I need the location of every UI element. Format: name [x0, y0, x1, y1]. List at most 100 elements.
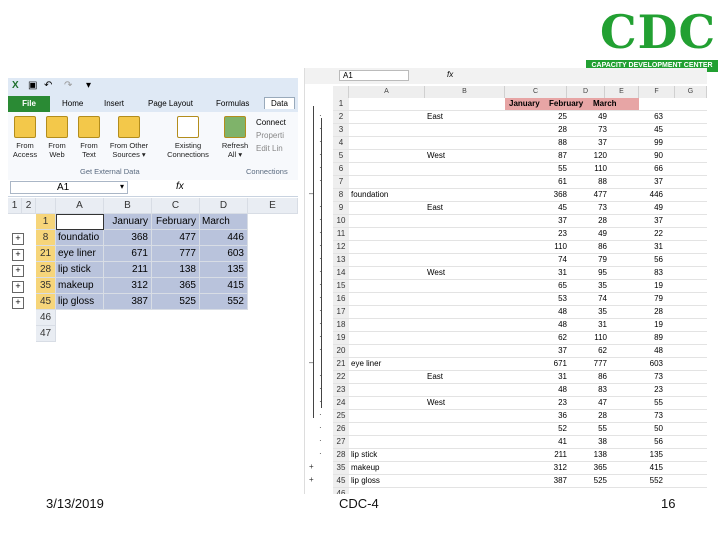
february-cell[interactable]: 477	[152, 230, 200, 246]
expand-group-button[interactable]: +	[309, 462, 314, 471]
row-number[interactable]: 14	[333, 267, 349, 279]
row-number[interactable]: 21	[36, 246, 56, 262]
march-cell[interactable]: 73	[629, 371, 663, 383]
march-cell[interactable]: 552	[200, 294, 248, 310]
tab-formulas[interactable]: Formulas	[216, 99, 249, 108]
row-number[interactable]: 4	[333, 137, 349, 149]
zone-cell[interactable]: East	[427, 371, 443, 383]
row-number[interactable]: 8	[333, 189, 349, 201]
march-cell[interactable]: 22	[629, 228, 663, 240]
tab-file[interactable]: File	[8, 96, 50, 112]
february-cell[interactable]: 525	[152, 294, 200, 310]
march-cell[interactable]: 48	[629, 345, 663, 357]
row-number[interactable]: 10	[333, 215, 349, 227]
january-cell[interactable]: 31	[533, 371, 567, 383]
header-cell[interactable]: January	[104, 214, 152, 230]
row-number[interactable]: 5	[333, 150, 349, 162]
january-cell[interactable]: 62	[533, 332, 567, 344]
march-cell[interactable]: 446	[200, 230, 248, 246]
january-cell[interactable]: 88	[533, 137, 567, 149]
outline-level-2[interactable]: 2	[22, 198, 36, 214]
region-cell[interactable]: eye liner	[351, 358, 381, 370]
selected-cell-a1[interactable]	[56, 214, 104, 230]
expand-group-button[interactable]: +	[12, 297, 24, 309]
region-cell[interactable]: foundation	[351, 189, 388, 201]
header-cell[interactable]: January	[509, 98, 540, 110]
march-cell[interactable]: 135	[629, 449, 663, 461]
connections-item[interactable]: Connect	[256, 116, 286, 129]
february-cell[interactable]: 73	[573, 202, 607, 214]
march-cell[interactable]: 50	[629, 423, 663, 435]
january-cell[interactable]: 312	[533, 462, 567, 474]
march-cell[interactable]: 28	[629, 306, 663, 318]
february-cell[interactable]: 28	[573, 215, 607, 227]
march-cell[interactable]: 135	[200, 262, 248, 278]
march-cell[interactable]: 63	[629, 111, 663, 123]
january-cell[interactable]: 671	[533, 358, 567, 370]
product-name-cell[interactable]: makeup	[56, 278, 104, 294]
february-cell[interactable]: 86	[573, 241, 607, 253]
march-cell[interactable]: 90	[629, 150, 663, 162]
expand-group-button[interactable]: +	[12, 281, 24, 293]
zone-cell[interactable]: East	[427, 202, 443, 214]
row-number[interactable]: 45	[36, 294, 56, 310]
col-header[interactable]: C	[505, 86, 567, 98]
product-name-cell[interactable]: foundatio	[56, 230, 104, 246]
february-cell[interactable]: 477	[573, 189, 607, 201]
march-cell[interactable]: 19	[629, 280, 663, 292]
collapse-group-button[interactable]: –	[309, 189, 313, 198]
february-cell[interactable]: 37	[573, 137, 607, 149]
select-all-corner[interactable]	[36, 198, 56, 214]
refresh-all-button[interactable]: Refresh All ▾	[220, 116, 250, 159]
tab-data[interactable]: Data	[264, 97, 295, 109]
january-cell[interactable]: 87	[533, 150, 567, 162]
col-header[interactable]: B	[425, 86, 505, 98]
february-cell[interactable]: 95	[573, 267, 607, 279]
march-cell[interactable]: 23	[629, 384, 663, 396]
january-cell[interactable]: 211	[104, 262, 152, 278]
row-number[interactable]: 6	[333, 163, 349, 175]
march-cell[interactable]: 89	[629, 332, 663, 344]
february-cell[interactable]: 35	[573, 306, 607, 318]
from-web-button[interactable]: From Web	[44, 116, 70, 159]
row-number[interactable]: 21	[333, 358, 349, 370]
row-number[interactable]: 1	[36, 214, 56, 230]
march-cell[interactable]: 83	[629, 267, 663, 279]
product-name-cell[interactable]: lip gloss	[56, 294, 104, 310]
region-cell[interactable]: makeup	[351, 462, 379, 474]
february-cell[interactable]: 365	[573, 462, 607, 474]
expand-group-button[interactable]: +	[309, 475, 314, 484]
february-cell[interactable]: 777	[573, 358, 607, 370]
tab-insert[interactable]: Insert	[104, 99, 124, 108]
march-cell[interactable]: 446	[629, 189, 663, 201]
january-cell[interactable]: 368	[104, 230, 152, 246]
tab-home[interactable]: Home	[62, 99, 83, 108]
row-number[interactable]: 19	[333, 332, 349, 344]
february-cell[interactable]: 110	[573, 163, 607, 175]
february-cell[interactable]: 38	[573, 436, 607, 448]
january-cell[interactable]: 52	[533, 423, 567, 435]
header-cell[interactable]: February	[549, 98, 583, 110]
tab-page-layout[interactable]: Page Layout	[148, 99, 193, 108]
february-cell[interactable]: 110	[573, 332, 607, 344]
from-other-sources-button[interactable]: From Other Sources ▾	[106, 116, 152, 159]
february-cell[interactable]: 365	[152, 278, 200, 294]
march-cell[interactable]: 55	[629, 397, 663, 409]
march-cell[interactable]: 37	[629, 215, 663, 227]
from-text-button[interactable]: From Text	[76, 116, 102, 159]
col-header[interactable]: D	[567, 86, 605, 98]
january-cell[interactable]: 31	[533, 267, 567, 279]
product-name-cell[interactable]: lip stick	[56, 262, 104, 278]
february-cell[interactable]: 88	[573, 176, 607, 188]
row-number[interactable]: 17	[333, 306, 349, 318]
name-box[interactable]: A1	[339, 70, 409, 81]
from-access-button[interactable]: From Access	[12, 116, 38, 159]
col-header[interactable]: C	[152, 198, 200, 214]
name-box[interactable]: A1	[10, 181, 128, 194]
february-cell[interactable]: 47	[573, 397, 607, 409]
january-cell[interactable]: 387	[104, 294, 152, 310]
january-cell[interactable]: 61	[533, 176, 567, 188]
january-cell[interactable]: 48	[533, 306, 567, 318]
january-cell[interactable]: 53	[533, 293, 567, 305]
march-cell[interactable]: 79	[629, 293, 663, 305]
